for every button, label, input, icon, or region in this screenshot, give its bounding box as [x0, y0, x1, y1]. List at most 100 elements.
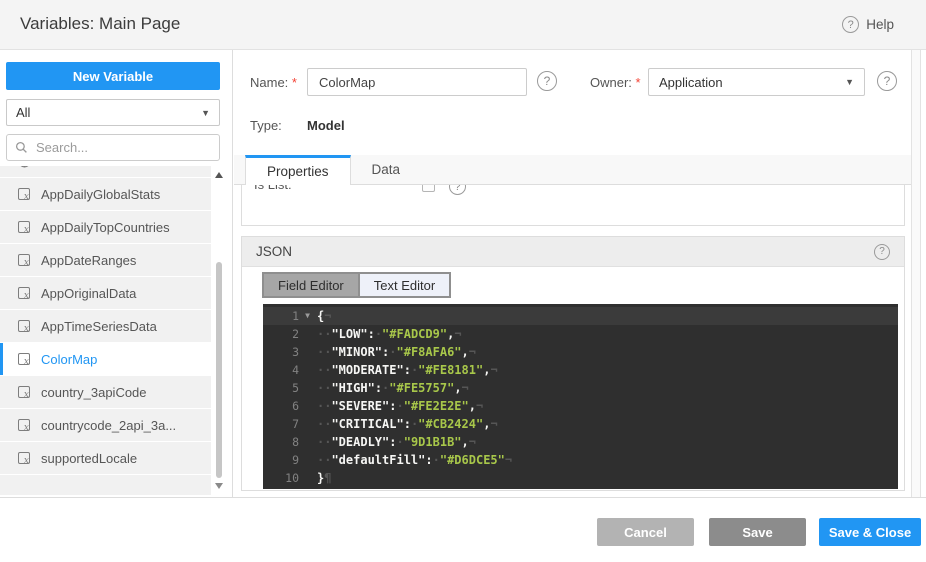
- code-segment-val: "9D1B1B": [404, 435, 462, 449]
- sidebar-item-countrycode-2api-3a-[interactable]: xcountrycode_2api_3a...: [0, 409, 211, 441]
- sidebar-scrollbar[interactable]: [212, 166, 226, 495]
- code-segment-key: "HIGH": [331, 381, 374, 395]
- code-segment-val: "#FADCD9": [382, 327, 447, 341]
- code-segment-dim: ¶: [324, 471, 331, 485]
- code-segment-val: "#FE5757": [389, 381, 454, 395]
- fold-gutter: [299, 397, 316, 415]
- sidebar-item-label: ColorMap: [41, 352, 97, 367]
- json-help-icon[interactable]: ?: [874, 244, 890, 260]
- is-list-row: Is List: ?: [241, 185, 905, 226]
- code-line-7: 7··"CRITICAL":·"#CB2424",¬: [263, 415, 898, 433]
- is-list-help-icon[interactable]: ?: [449, 185, 466, 195]
- code-segment-val: "#D6DCE5": [440, 453, 505, 467]
- variable-icon: x: [18, 287, 30, 299]
- tab-properties[interactable]: Properties: [245, 155, 351, 185]
- code-segment-dim: ¬: [469, 345, 476, 359]
- sidebar-item-apporiginaldata[interactable]: xAppOriginalData: [0, 277, 211, 309]
- fold-gutter: [299, 379, 316, 397]
- code-segment-dim: ¬: [490, 363, 497, 377]
- is-list-checkbox[interactable]: [422, 185, 435, 192]
- code-segment-plain: ,: [462, 345, 469, 359]
- variable-filter-select[interactable]: All ▼: [6, 99, 220, 126]
- sidebar-item-appdateranges[interactable]: xAppDateRanges: [0, 244, 211, 276]
- name-field[interactable]: [307, 68, 527, 96]
- sidebar-item-label: AppDailyGlobalStats: [41, 187, 160, 202]
- sidebar-item-label: supportedLocale: [41, 451, 137, 466]
- line-number: 2: [263, 325, 299, 343]
- sidebar-item-label: AppDailyTopCountries: [41, 220, 170, 235]
- code-segment-dim: ··: [317, 399, 331, 413]
- code-segment-dim: ··: [317, 435, 331, 449]
- save-and-close-button[interactable]: Save & Close: [819, 518, 921, 546]
- sidebar-item-colormap[interactable]: xColorMap: [0, 343, 211, 375]
- field-editor-button[interactable]: Field Editor: [264, 274, 358, 296]
- globe-icon: [18, 166, 31, 168]
- help-icon[interactable]: ?: [842, 16, 859, 33]
- new-variable-button[interactable]: New Variable: [6, 62, 220, 90]
- variables-sidebar: New Variable All ▼ wsvTimeSeriesDataxApp…: [0, 50, 233, 497]
- code-segment-val: "#FE8181": [418, 363, 483, 377]
- sidebar-item-appdailytopcountries[interactable]: x AppDailyTopCountries: [0, 211, 211, 243]
- code-text: {¬: [316, 307, 331, 325]
- name-label: Name: *: [250, 75, 297, 90]
- code-segment-plain: ,: [462, 435, 469, 449]
- code-line-8: 8··"DEADLY":·"9D1B1B",¬: [263, 433, 898, 451]
- sidebar-item-appdailyglobalstats[interactable]: xAppDailyGlobalStats: [0, 178, 211, 210]
- scrollbar-thumb[interactable]: [216, 262, 222, 478]
- search-icon: [15, 141, 28, 154]
- sidebar-item-wsvtimeseriesdata[interactable]: wsvTimeSeriesData: [0, 166, 211, 177]
- help-label[interactable]: Help: [866, 17, 894, 32]
- variable-list: wsvTimeSeriesDataxAppDailyGlobalStatsxAp…: [0, 166, 211, 495]
- save-button[interactable]: Save: [709, 518, 806, 546]
- text-editor-button[interactable]: Text Editor: [358, 274, 449, 296]
- json-section-body: Field EditorText Editor 1▼{¬2··"LOW":·"#…: [242, 267, 904, 490]
- code-segment-dim: ¬: [505, 453, 512, 467]
- code-line-5: 5··"HIGH":·"#FE5757",¬: [263, 379, 898, 397]
- code-line-4: 4··"MODERATE":·"#FE8181",¬: [263, 361, 898, 379]
- required-marker: *: [292, 75, 297, 90]
- sidebar-item-country-3apicode[interactable]: xcountry_3apiCode: [0, 376, 211, 408]
- code-segment-key: "CRITICAL": [331, 417, 403, 431]
- help-button[interactable]: ? Help: [842, 16, 894, 33]
- main-scrollbar[interactable]: [911, 50, 921, 497]
- code-segment-key: "MODERATE": [331, 363, 403, 377]
- line-number: 1: [263, 307, 299, 325]
- variable-icon: x: [18, 386, 30, 398]
- code-segment-dim: ··: [317, 345, 331, 359]
- code-segment-dim: ¬: [324, 309, 331, 323]
- sidebar-item-supportedlocale[interactable]: x supportedLocale: [0, 442, 211, 474]
- tab-data[interactable]: Data: [351, 155, 422, 184]
- code-segment-plain: :: [404, 417, 411, 431]
- line-number: 9: [263, 451, 299, 469]
- name-help-icon[interactable]: ?: [537, 71, 557, 91]
- code-text: ··"CRITICAL":·"#CB2424",¬: [316, 415, 498, 433]
- search-input[interactable]: [34, 139, 198, 156]
- fold-gutter: [299, 433, 316, 451]
- type-label: Type:: [250, 118, 282, 133]
- chevron-down-icon: ▼: [201, 108, 210, 118]
- fold-arrow-icon[interactable]: ▼: [299, 307, 316, 325]
- tab-strip: PropertiesData: [234, 155, 911, 185]
- code-segment-plain: ,: [469, 399, 476, 413]
- owner-select[interactable]: Application ▼: [648, 68, 865, 96]
- code-line-2: 2··"LOW":·"#FADCD9",¬: [263, 325, 898, 343]
- variable-icon: x: [18, 452, 30, 464]
- json-code-editor[interactable]: 1▼{¬2··"LOW":·"#FADCD9",¬3··"MINOR":·"#F…: [263, 304, 898, 489]
- cancel-button[interactable]: Cancel: [597, 518, 694, 546]
- owner-help-icon[interactable]: ?: [877, 71, 897, 91]
- list-item-partial: [0, 475, 211, 495]
- code-segment-plain: :: [368, 327, 375, 341]
- json-section-header: JSON ?: [242, 237, 904, 267]
- code-line-9: 9··"defaultFill":·"#D6DCE5"¬: [263, 451, 898, 469]
- sidebar-item-apptimeseriesdata[interactable]: xAppTimeSeriesData: [0, 310, 211, 342]
- scroll-down-arrow[interactable]: [215, 483, 223, 489]
- variable-icon: x: [18, 221, 30, 233]
- code-text: ··"HIGH":·"#FE5757",¬: [316, 379, 469, 397]
- code-text: ··"SEVERE":·"#FE2E2E",¬: [316, 397, 483, 415]
- variable-search[interactable]: [6, 134, 220, 161]
- code-segment-dim: ·: [396, 399, 403, 413]
- variable-detail-panel: Name: * ? Owner: * Application ▼ ? Type:…: [234, 50, 911, 497]
- code-line-10: 10}¶: [263, 469, 898, 487]
- scroll-up-arrow[interactable]: [215, 172, 223, 178]
- code-segment-dim: ¬: [469, 435, 476, 449]
